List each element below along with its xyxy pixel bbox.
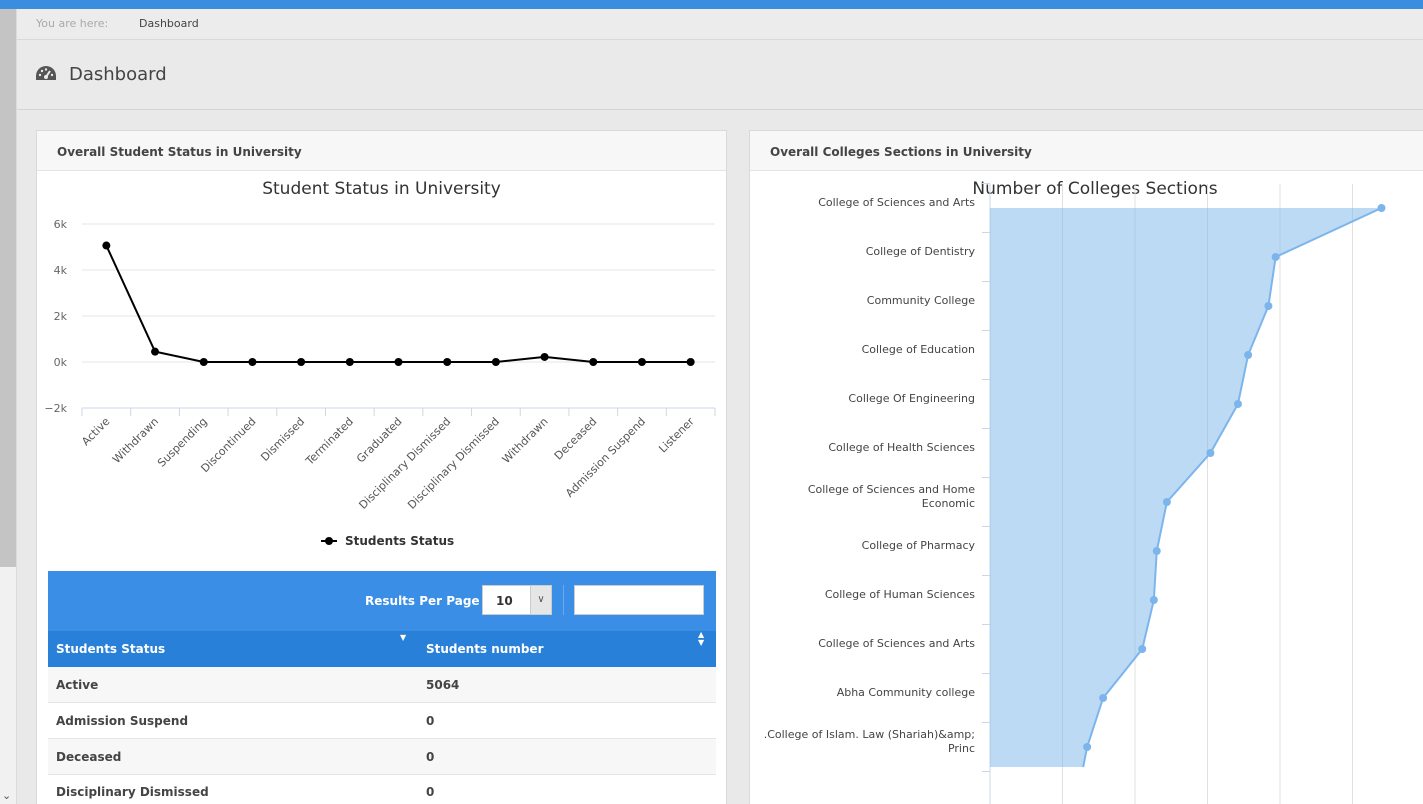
column-header-number[interactable]: Students number (426, 642, 544, 656)
results-per-page-select[interactable]: 10 ∨ (482, 585, 552, 615)
y-tick-label: College of Education (862, 343, 975, 356)
data-point (1271, 253, 1280, 261)
x-tick-label: Disciplinary Dismissed (356, 415, 453, 512)
panel-heading: Overall Colleges Sections in University (750, 131, 1423, 171)
data-point (1377, 204, 1386, 212)
data-point (1206, 449, 1215, 457)
data-point (102, 241, 111, 250)
x-tick-label: Admission Suspend (563, 415, 648, 500)
x-tick-label: Dismissed (258, 415, 307, 464)
cell-status: Admission Suspend (56, 714, 189, 728)
data-point (540, 352, 549, 361)
data-point (637, 358, 646, 366)
x-tick-label: Withdrawn (110, 415, 161, 466)
table-header: Students Status ▼ Students number ▲ ▼ (48, 631, 716, 667)
table-row: Admission Suspend 0 (48, 703, 716, 739)
colleges-sections-panel: Overall Colleges Sections in University … (749, 130, 1423, 804)
y-tick-label: College of Pharmacy (862, 539, 976, 552)
x-tick-label: Deceased (552, 415, 600, 463)
x-tick-label: Graduated (354, 415, 405, 466)
top-accent-bar (0, 0, 1423, 9)
table-toolbar: Results Per Page : 10 ∨ (48, 571, 716, 631)
data-point (1149, 596, 1158, 604)
data-point (1162, 498, 1171, 506)
y-tick-label: 2k (54, 310, 68, 323)
data-point (297, 358, 306, 366)
y-tick-label: College of Health Sciences (828, 441, 975, 454)
data-point (199, 358, 208, 366)
page-title: Dashboard (69, 64, 167, 85)
sidebar-scrollbar[interactable]: ⌄ (0, 9, 17, 804)
y-tick-label: 0k (54, 356, 68, 369)
table-row: Active 5064 (48, 667, 716, 703)
y-tick-label: Community College (867, 294, 975, 307)
data-point (589, 358, 598, 366)
data-point (1244, 351, 1253, 359)
cell-number: 0 (426, 750, 435, 764)
y-tick-label: Abha Community college (837, 686, 976, 699)
y-tick-label: College of Dentistry (866, 245, 976, 258)
table-row: Disciplinary Dismissed 0 (48, 774, 716, 804)
data-point (1264, 302, 1273, 310)
x-tick-label: Withdrawn (500, 415, 551, 466)
cell-status: Active (56, 678, 99, 692)
data-point (1152, 547, 1161, 555)
sort-desc-icon[interactable]: ▼ (400, 633, 406, 642)
y-tick-label: College of Human Sciences (825, 588, 975, 601)
x-tick-label: Listener (656, 415, 697, 456)
legend-label: Students Status (345, 534, 454, 548)
colleges-sections-area-chart: College of Sciences and Arts College of D… (764, 183, 1386, 804)
student-status-line-chart: 6k4k2k0k−2kActiveWithdrawnSuspendingDisc… (44, 218, 716, 548)
legend-marker (325, 537, 333, 545)
y-tick-label: 6k (54, 218, 68, 231)
column-header-status[interactable]: Students Status (56, 642, 165, 656)
results-per-page-value: 10 (496, 594, 513, 608)
data-point (248, 358, 257, 366)
data-point (443, 358, 452, 366)
data-point (1233, 400, 1242, 408)
y-tick-label: Princ (948, 742, 975, 755)
cell-number: 0 (426, 785, 435, 799)
y-tick-label: College of Sciences and Home (808, 483, 975, 496)
data-point (151, 347, 160, 356)
data-point (394, 358, 403, 366)
y-tick-label: College Of Engineering (848, 392, 975, 405)
x-tick-label: Active (79, 415, 112, 448)
y-tick-label: College of Sciences and Arts (818, 196, 975, 209)
y-tick-label: College of Sciences and Arts (818, 637, 975, 650)
dashboard-gauge-icon (36, 66, 56, 80)
toolbar-divider (563, 585, 564, 615)
data-point (491, 358, 500, 366)
results-per-page-label: Results Per Page : (365, 594, 489, 608)
data-point (1099, 694, 1108, 702)
breadcrumb: You are here: Dashboard (17, 9, 1423, 40)
search-input[interactable] (574, 585, 704, 615)
y-tick-label: −2k (44, 402, 67, 415)
panel-heading: Overall Student Status in University (37, 131, 726, 171)
scrollbar-thumb[interactable] (0, 9, 16, 567)
data-point (1083, 743, 1092, 751)
y-tick-label: .College of Islam. Law (Shariah)&amp; (764, 728, 975, 741)
cell-status: Disciplinary Dismissed (56, 785, 209, 799)
y-tick-label: 4k (54, 264, 68, 277)
cell-status: Deceased (56, 750, 122, 764)
breadcrumb-prefix: You are here: (36, 17, 109, 30)
chevron-down-icon[interactable]: ⌄ (2, 789, 11, 802)
area-fill (990, 208, 1382, 767)
data-point (686, 358, 695, 366)
series-line (105, 245, 691, 363)
cell-number: 0 (426, 714, 435, 728)
page-header: Dashboard (17, 40, 1423, 110)
student-status-panel: Overall Student Status in University Stu… (36, 130, 727, 804)
breadcrumb-current[interactable]: Dashboard (139, 17, 199, 30)
sort-both-icon[interactable]: ▲ ▼ (698, 631, 704, 647)
data-point (345, 358, 354, 366)
y-tick-label: Economic (922, 497, 975, 510)
data-point (1138, 645, 1147, 653)
cell-number: 5064 (426, 678, 460, 692)
x-tick-label: Disciplinary Dismissed (405, 415, 502, 512)
x-tick-label: Terminated (303, 415, 356, 468)
chevron-down-icon[interactable]: ∨ (530, 586, 551, 614)
table-row: Deceased 0 (48, 739, 716, 775)
